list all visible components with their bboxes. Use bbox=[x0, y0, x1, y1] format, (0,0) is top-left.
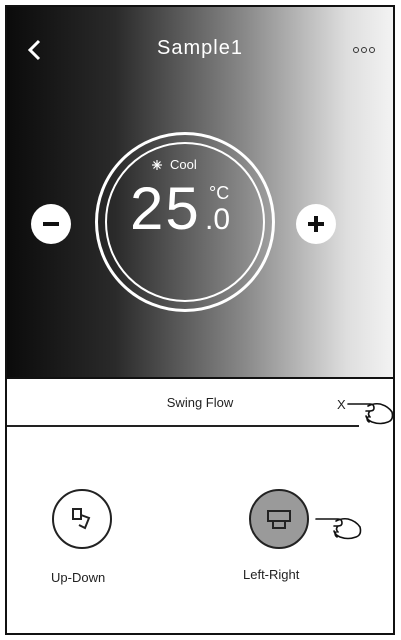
mode-indicator: Cool bbox=[152, 157, 197, 172]
leftright-swing-button[interactable] bbox=[249, 489, 309, 549]
control-panel: Sample1 Cool 25 °C .0 bbox=[7, 7, 393, 377]
more-options-icon[interactable] bbox=[353, 47, 375, 53]
temperature-decimal: .0 bbox=[205, 203, 231, 236]
updown-swing-button[interactable] bbox=[52, 489, 112, 549]
temperature-unit: °C bbox=[209, 183, 230, 203]
sheet-title: Swing Flow bbox=[166, 395, 234, 410]
leftright-swing-icon bbox=[267, 510, 291, 529]
swing-flow-sheet-header: Swing Flow X bbox=[7, 377, 393, 427]
snowflake-icon bbox=[152, 159, 162, 170]
device-title: Sample1 bbox=[157, 37, 243, 59]
decrease-temperature-button[interactable] bbox=[31, 204, 71, 244]
updown-swing-icon bbox=[72, 508, 91, 530]
header-divider bbox=[7, 425, 359, 427]
phone-screen: Sample1 Cool 25 °C .0 Swing Flow X Up-Do… bbox=[5, 5, 395, 635]
close-button[interactable]: X bbox=[337, 397, 346, 412]
plus-icon bbox=[308, 216, 324, 232]
leftright-label: Left-Right bbox=[243, 567, 300, 582]
temperature-value: 25 bbox=[130, 175, 201, 242]
minus-icon bbox=[43, 222, 59, 226]
increase-temperature-button[interactable] bbox=[296, 204, 336, 244]
updown-label: Up-Down bbox=[51, 570, 106, 585]
mode-label: Cool bbox=[170, 157, 197, 172]
